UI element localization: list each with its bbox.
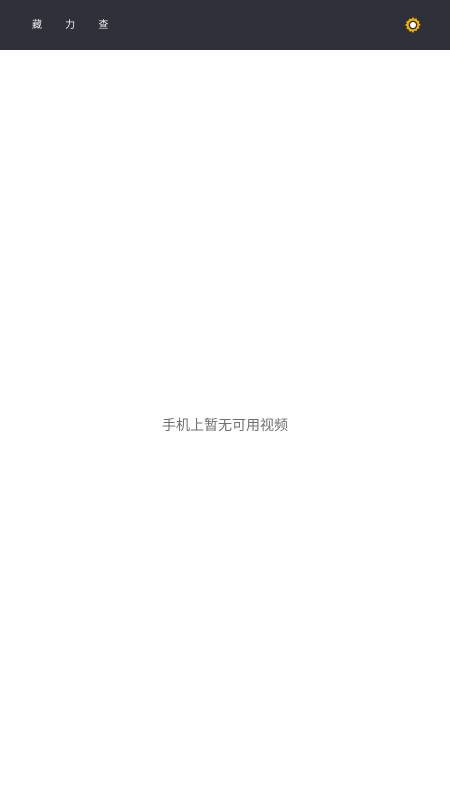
app-window: 藏 力 查 手机上暂无可用视频 <box>0 0 450 800</box>
top-bar: 藏 力 查 <box>0 0 450 50</box>
gear-icon <box>403 15 423 35</box>
app-title: 藏 力 查 <box>32 20 119 31</box>
empty-state-message: 手机上暂无可用视频 <box>162 418 288 434</box>
settings-button[interactable] <box>402 14 424 36</box>
video-list-area: 手机上暂无可用视频 <box>0 50 450 800</box>
